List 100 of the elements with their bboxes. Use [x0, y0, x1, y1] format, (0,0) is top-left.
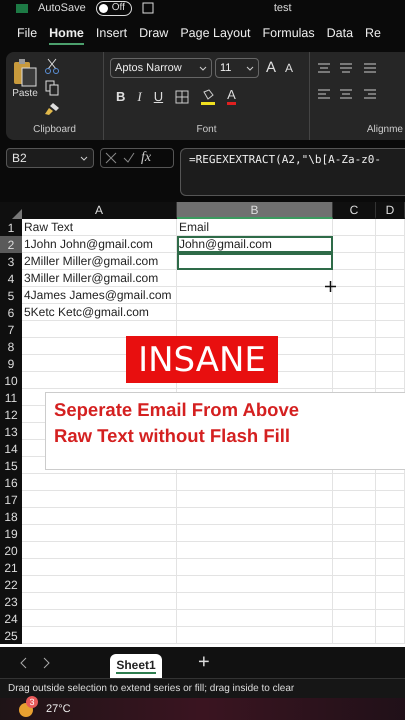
- row-header[interactable]: 14: [0, 440, 22, 457]
- row-header[interactable]: 17: [0, 491, 22, 508]
- cancel-icon[interactable]: [105, 152, 117, 164]
- row-header[interactable]: 5: [0, 287, 22, 304]
- row-header[interactable]: 1: [0, 219, 22, 236]
- status-bar: Drag outside selection to extend series or fill; drag inside to clear: [0, 678, 405, 698]
- crosshair-cursor-icon: [325, 281, 336, 292]
- add-sheet-button[interactable]: +: [192, 647, 216, 678]
- file-name[interactable]: test: [274, 2, 292, 14]
- row-header[interactable]: 24: [0, 610, 22, 627]
- table-cell: [333, 627, 376, 644]
- copy-icon[interactable]: [45, 80, 59, 96]
- table-cell: [333, 525, 376, 542]
- table-cell: 4James James@gmail.com: [22, 287, 177, 304]
- banner-title: INSANE: [126, 336, 278, 383]
- row-header[interactable]: 18: [0, 508, 22, 525]
- table-cell: [333, 491, 376, 508]
- save-icon[interactable]: [142, 2, 154, 14]
- ribbon-tab[interactable]: Re: [365, 23, 382, 45]
- table-cell: Email: [177, 219, 333, 236]
- table-cell: 3Miller Miller@gmail.com: [22, 270, 177, 287]
- table-cell: Raw Text: [22, 219, 177, 236]
- font-color-button[interactable]: A: [227, 88, 236, 105]
- sheet-tab[interactable]: Sheet1: [110, 654, 162, 678]
- table-cell: John@gmail.com: [177, 236, 333, 253]
- paste-button[interactable]: Paste: [12, 58, 38, 124]
- check-icon[interactable]: [123, 152, 135, 164]
- row-header[interactable]: 19: [0, 525, 22, 542]
- table-cell: [376, 627, 405, 644]
- table-cell: [333, 576, 376, 593]
- clipboard-icon: [12, 58, 38, 88]
- row-header[interactable]: 21: [0, 559, 22, 576]
- caption-text: Seperate Email From Above: [54, 399, 300, 421]
- row-header[interactable]: 4: [0, 270, 22, 287]
- table-cell: 5Ketc Ketc@gmail.com: [22, 304, 177, 321]
- scissors-icon[interactable]: [45, 58, 59, 74]
- table-cell: [376, 491, 405, 508]
- row-header[interactable]: 25: [0, 627, 22, 644]
- row-header[interactable]: 6: [0, 304, 22, 321]
- table-cell: [376, 304, 405, 321]
- chevron-down-icon: [199, 66, 207, 70]
- row-header[interactable]: 9: [0, 355, 22, 372]
- ribbon-tab[interactable]: Formulas: [262, 23, 315, 45]
- table-cell: [376, 236, 405, 253]
- caption-text: Raw Text without Flash Fill: [54, 425, 292, 447]
- row-header[interactable]: 20: [0, 542, 22, 559]
- autosave-toggle[interactable]: Off: [96, 0, 132, 16]
- row-header[interactable]: 2: [0, 236, 22, 253]
- borders-icon[interactable]: [175, 90, 190, 104]
- row-header[interactable]: 7: [0, 321, 22, 338]
- brush-icon[interactable]: [44, 102, 60, 116]
- ribbon-tab[interactable]: Home: [49, 23, 84, 45]
- table-cell: [376, 593, 405, 610]
- table-cell: [333, 219, 376, 236]
- group-label: Font: [195, 124, 218, 137]
- ribbon-tab[interactable]: Draw: [139, 23, 168, 45]
- row-header[interactable]: 13: [0, 423, 22, 440]
- table-cell: [376, 542, 405, 559]
- group-label: Clipboard: [32, 124, 77, 137]
- grow-font-button[interactable]: A: [266, 61, 276, 75]
- table-cell: [376, 525, 405, 542]
- table-cell: [333, 610, 376, 627]
- ribbon-tab[interactable]: Data: [326, 23, 354, 45]
- ribbon-tab[interactable]: Insert: [96, 23, 128, 45]
- table-cell: [376, 287, 405, 304]
- row-header[interactable]: 10: [0, 372, 22, 389]
- table-cell: [333, 287, 376, 304]
- row-header[interactable]: 22: [0, 576, 22, 593]
- font-name-dropdown[interactable]: Aptos Narrow: [110, 58, 212, 78]
- formula-controls[interactable]: fx: [100, 148, 174, 168]
- function-button[interactable]: fx: [141, 150, 152, 166]
- shrink-font-button[interactable]: A: [285, 61, 294, 75]
- row-header[interactable]: 3: [0, 253, 22, 270]
- fill-color-icon[interactable]: [201, 88, 216, 104]
- temperature-text: 27°C: [46, 703, 71, 715]
- table-cell: [333, 508, 376, 525]
- next-icon[interactable]: [43, 656, 50, 668]
- table-cell: [333, 270, 376, 287]
- row-header[interactable]: 16: [0, 474, 22, 491]
- row-header[interactable]: 23: [0, 593, 22, 610]
- ribbon-tab[interactable]: Page Layout: [180, 23, 251, 45]
- previous-icon[interactable]: [20, 656, 27, 668]
- formula-field[interactable]: =REGEXEXTRACT(A2,"\b[A-Za-z0-: [180, 148, 405, 196]
- table-cell: [333, 542, 376, 559]
- table-cell: [376, 253, 405, 270]
- row-header[interactable]: 11: [0, 389, 22, 406]
- row-header[interactable]: 8: [0, 338, 22, 355]
- group-label: Alignme: [366, 124, 403, 137]
- name-box[interactable]: B2: [6, 148, 94, 168]
- table-cell: [333, 559, 376, 576]
- ribbon-tab[interactable]: File: [17, 23, 38, 45]
- row-header[interactable]: 12: [0, 406, 22, 423]
- row-header[interactable]: 15: [0, 457, 22, 474]
- table-cell: [376, 508, 405, 525]
- italic-button[interactable]: I: [137, 90, 142, 104]
- column-header[interactable]: B: [177, 202, 333, 219]
- table-cell: [333, 338, 376, 355]
- bold-button[interactable]: B: [116, 90, 126, 104]
- underline-button[interactable]: U: [154, 90, 164, 104]
- font-size-dropdown[interactable]: 11: [215, 58, 259, 78]
